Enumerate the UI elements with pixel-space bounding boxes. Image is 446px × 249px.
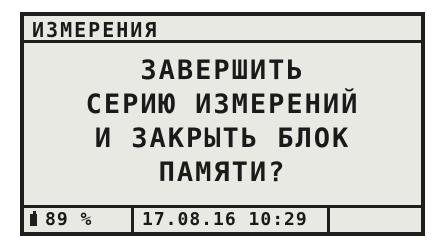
confirm-dialog-message: ЗАВЕРШИТЬ СЕРИЮ ИЗМЕРЕНИЙ И ЗАКРЫТЬ БЛОК… bbox=[24, 54, 421, 190]
status-date: 17.08.16 bbox=[142, 209, 237, 230]
screen-title: ИЗМЕРЕНИЯ bbox=[32, 18, 159, 42]
datetime-status: 17.08.16 10:29 bbox=[134, 208, 330, 232]
battery-icon bbox=[30, 211, 37, 226]
battery-status: 89 % bbox=[30, 208, 134, 232]
status-time: 10:29 bbox=[248, 209, 308, 230]
battery-percent: 89 % bbox=[45, 209, 93, 230]
message-line: СЕРИЮ ИЗМЕРЕНИЙ bbox=[85, 89, 360, 120]
status-empty-cell bbox=[330, 208, 421, 232]
status-bar: 89 % 17.08.16 10:29 bbox=[24, 205, 421, 232]
message-line: ЗАВЕРШИТЬ bbox=[140, 55, 305, 86]
title-bar: ИЗМЕРЕНИЯ bbox=[24, 16, 421, 43]
message-line: И ЗАКРЫТЬ БЛОК bbox=[94, 123, 351, 154]
lcd-screen: ИЗМЕРЕНИЯ ЗАВЕРШИТЬ СЕРИЮ ИЗМЕРЕНИЙ И ЗА… bbox=[20, 12, 425, 236]
device-bezel: ИЗМЕРЕНИЯ ЗАВЕРШИТЬ СЕРИЮ ИЗМЕРЕНИЙ И ЗА… bbox=[0, 0, 446, 249]
message-line: ПАМЯТИ? bbox=[158, 157, 287, 188]
